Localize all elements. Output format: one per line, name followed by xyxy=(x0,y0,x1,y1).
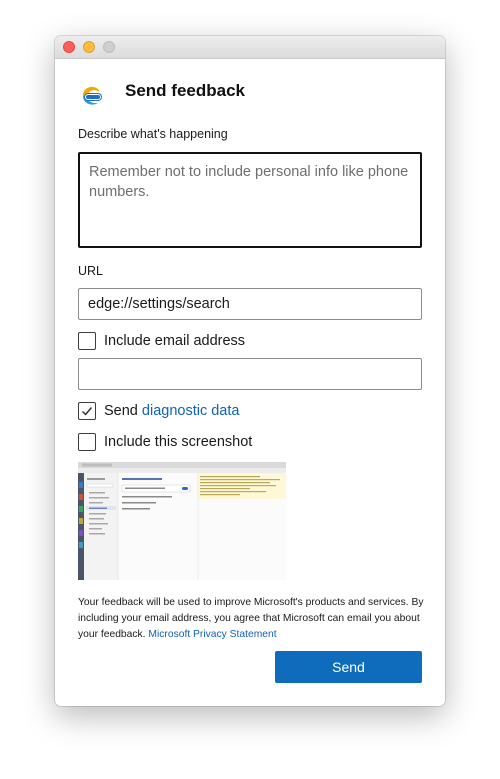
zoom-window-button[interactable] xyxy=(103,41,115,53)
send-diagnostic-label: Send diagnostic data xyxy=(104,403,239,419)
send-diagnostic-checkbox[interactable] xyxy=(78,402,96,420)
close-window-button[interactable] xyxy=(63,41,75,53)
minimize-window-button[interactable] xyxy=(83,41,95,53)
include-screenshot-checkbox[interactable] xyxy=(78,433,96,451)
send-diagnostic-row[interactable]: Send diagnostic data xyxy=(78,401,239,421)
include-email-checkbox[interactable] xyxy=(78,332,96,350)
url-label: URL xyxy=(78,264,104,278)
include-screenshot-row[interactable]: Include this screenshot xyxy=(78,432,252,452)
checkmark-icon xyxy=(82,407,93,416)
dialog-title: Send feedback xyxy=(125,81,245,100)
diagnostic-data-link[interactable]: diagnostic data xyxy=(142,403,240,419)
send-button[interactable]: Send xyxy=(275,651,422,683)
include-email-row[interactable]: Include email address xyxy=(78,331,245,351)
title-bar xyxy=(55,36,445,59)
dialog-content: Send feedback Describe what's happening … xyxy=(55,59,445,706)
url-input[interactable] xyxy=(78,288,422,320)
screenshot-preview-image xyxy=(78,462,286,580)
send-diagnostic-prefix: Send xyxy=(104,403,138,419)
include-screenshot-label: Include this screenshot xyxy=(104,434,253,450)
screenshot-thumbnail xyxy=(78,462,286,580)
privacy-disclaimer: Your feedback will be used to improve Mi… xyxy=(78,595,424,643)
privacy-statement-link[interactable]: Microsoft Privacy Statement xyxy=(148,629,276,640)
include-email-label: Include email address xyxy=(104,333,246,349)
feedback-window: Send feedback Describe what's happening … xyxy=(55,36,445,706)
edge-canary-icon xyxy=(79,82,103,108)
email-input[interactable] xyxy=(78,358,422,390)
describe-textarea[interactable] xyxy=(78,152,422,248)
describe-label: Describe what's happening xyxy=(78,127,228,141)
